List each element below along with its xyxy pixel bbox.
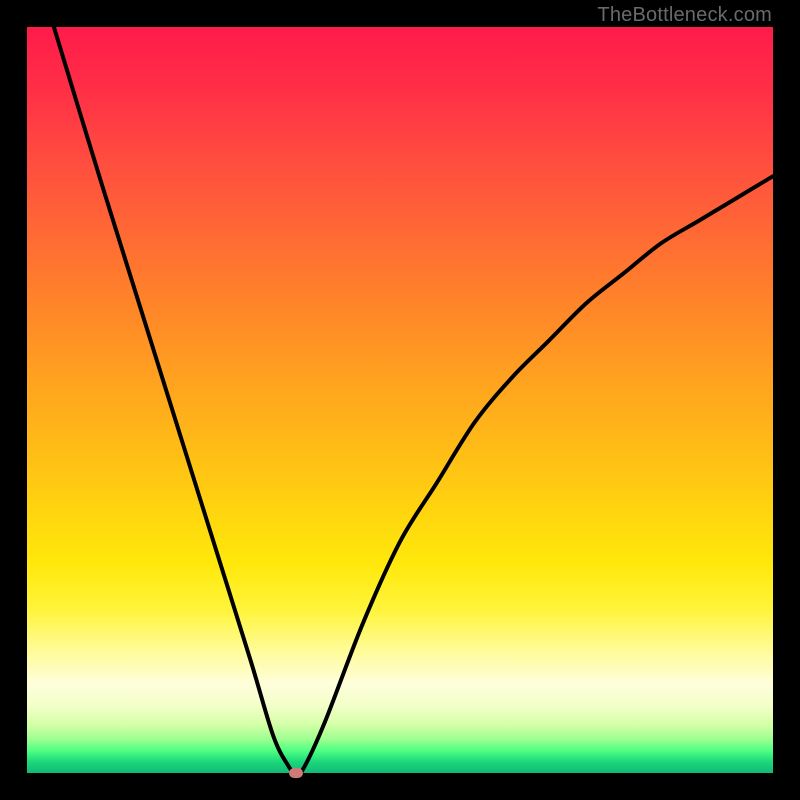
plot-area	[27, 27, 773, 773]
minimum-marker	[289, 768, 303, 778]
attribution-label: TheBottleneck.com	[597, 4, 772, 27]
chart-canvas: TheBottleneck.com	[0, 0, 800, 800]
